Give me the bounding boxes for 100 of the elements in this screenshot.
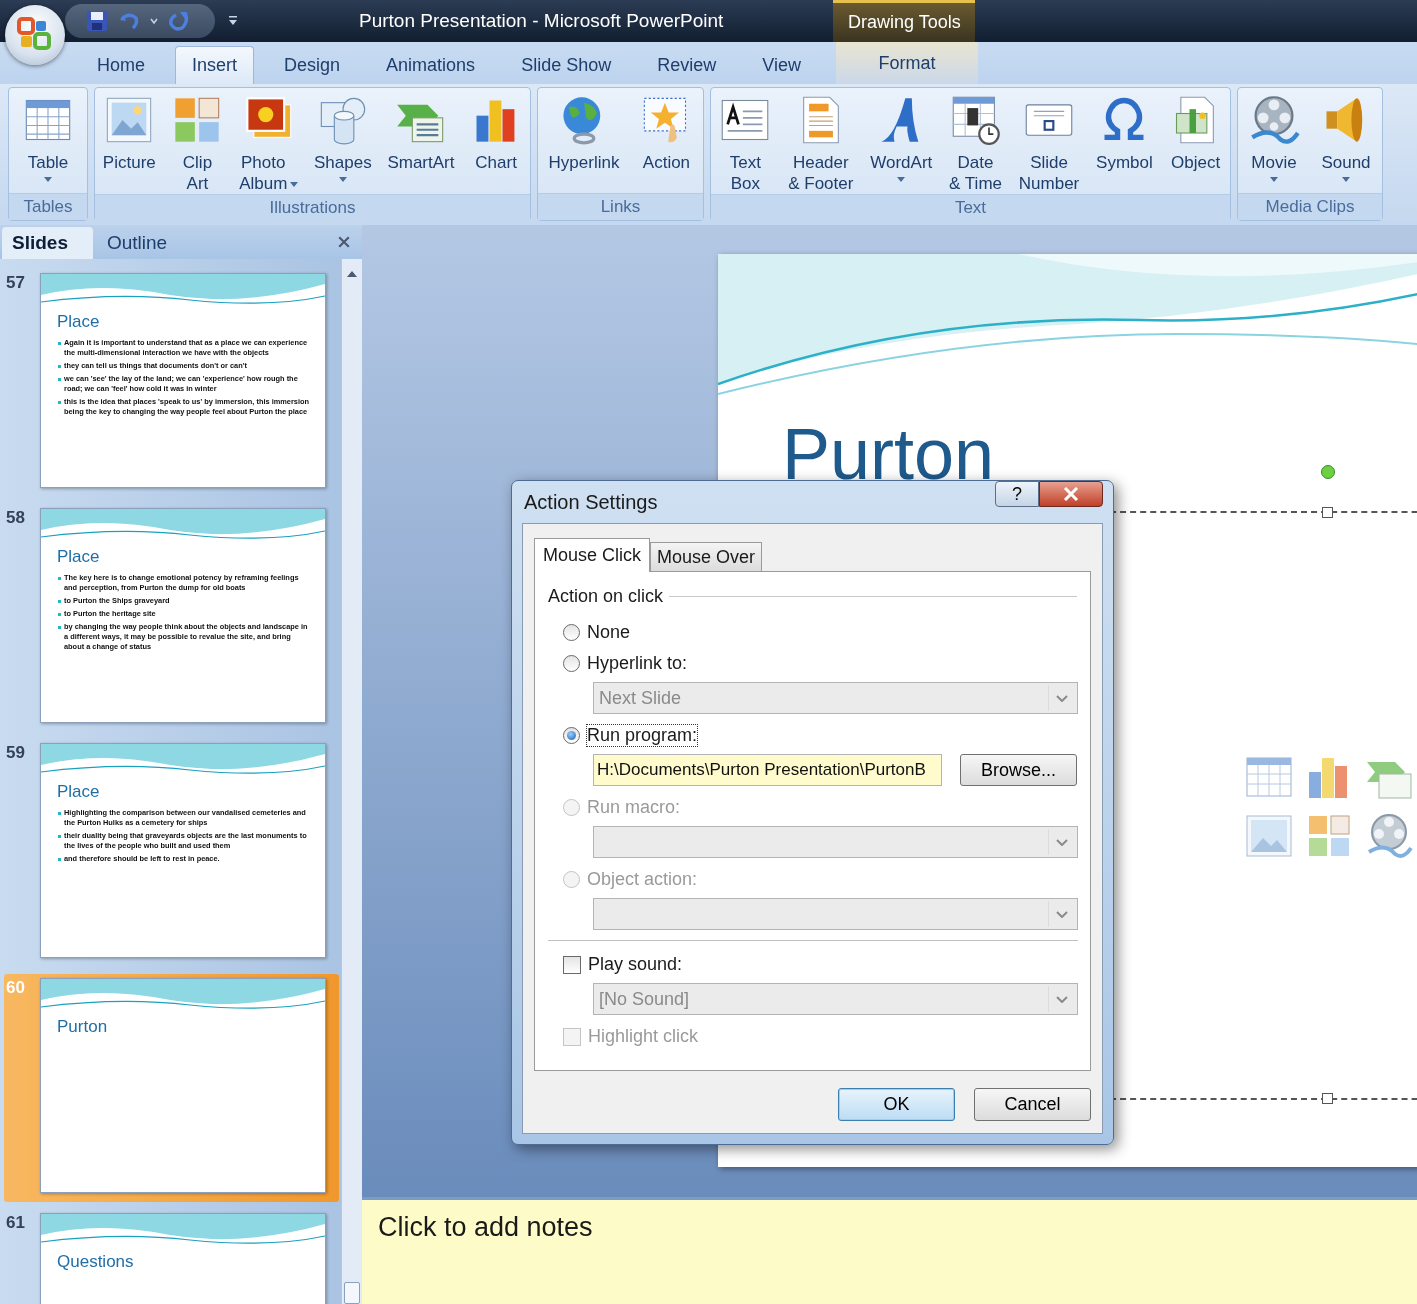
ribbon-tab[interactable]: Design [261,46,364,84]
option-label: Hyperlink to: [587,653,688,674]
pane-tab[interactable]: Slides [2,227,93,259]
option-label: None [587,622,631,643]
help-button[interactable]: ? [995,481,1039,507]
ribbon-button[interactable]: Slide Number [1016,94,1082,194]
ribbon-tab[interactable]: Insert [175,46,255,84]
resize-handle[interactable] [1322,1093,1333,1104]
ribbon-button[interactable]: Clip Art [169,94,226,194]
notes-pane[interactable]: Click to add notes [362,1197,1417,1304]
slide-title: Place [57,312,101,332]
caret-icon[interactable] [149,16,159,26]
slide-thumbnail-row[interactable]: 60 Purton [4,974,340,1202]
ribbon-button[interactable]: Action [638,94,695,193]
rotation-handle[interactable] [1321,465,1335,479]
caret-icon [1056,838,1068,846]
browse-button[interactable]: Browse... [960,754,1077,786]
radio-button[interactable] [563,655,580,672]
group-label: Action on click [548,586,664,607]
ribbon-button[interactable]: WordArt [868,94,935,194]
slide-number: 59 [5,743,26,764]
ribbon-button[interactable]: Movie [1246,94,1302,193]
option-label: Object action: [587,869,698,890]
ribbon-tab[interactable]: Review [634,46,740,84]
bullet-icon [58,857,61,861]
option-label: Play sound: [588,954,683,975]
option-label: Highlight click [588,1026,699,1047]
slide-title: Questions [57,1252,135,1272]
slide-thumbnail[interactable]: Purton [40,978,326,1193]
bullet-icon [58,577,61,580]
bullet-icon [58,612,61,616]
scroll-up-icon[interactable] [347,271,358,277]
ribbon-tab[interactable]: Slide Show [498,46,635,84]
bullet-icon [58,364,61,368]
bullet-icon [58,625,61,629]
slide-thumbnail[interactable] [40,743,326,958]
bullet-icon [58,599,61,603]
group-label: Links [538,193,703,220]
slide-thumbnail[interactable] [40,508,326,723]
ribbon-tab[interactable]: View [739,46,824,84]
ribbon-tab[interactable]: Format [835,42,978,84]
slide-title: Purton [782,414,995,494]
option-label: Run macro: [587,797,681,818]
slide-thumbnail[interactable]: Questions [40,1213,326,1304]
ribbon-tab[interactable]: Home [74,46,168,84]
dialog-button[interactable]: Cancel [974,1088,1091,1121]
ribbon-button[interactable]: Symbol [1094,94,1155,194]
bullet-icon [58,812,61,815]
close-button[interactable] [1039,481,1103,507]
save-icon[interactable] [85,9,109,33]
dialog-tab[interactable]: Mouse Over [650,542,763,571]
ribbon-button[interactable]: Text Box [717,94,774,194]
slide-thumbnail[interactable] [40,273,326,488]
caret-icon [1056,910,1068,918]
scrollbar[interactable] [341,259,362,1304]
close-icon[interactable] [338,236,350,248]
dialog-tab[interactable]: Mouse Click [534,538,651,572]
slide-number: 58 [5,508,26,529]
bullet-icon [58,400,61,404]
group-label: Text [711,194,1230,221]
ribbon-button[interactable]: Table [20,94,76,193]
redo-icon[interactable] [167,9,191,33]
window-title: Purton Presentation - Microsoft PowerPoint [359,10,724,32]
contextual-tab-label: Drawing Tools [833,0,976,42]
ribbon-button[interactable]: Header & Footer [786,94,856,194]
caret-icon [1056,694,1068,702]
checkbox[interactable] [563,955,581,974]
bullet-icon [58,834,61,838]
ribbon-button[interactable]: Sound [1318,94,1374,193]
group-label: Tables [9,193,87,220]
slide-title: Purton [57,1017,109,1037]
notes-placeholder: Click to add notes [378,1212,593,1242]
radio-button[interactable] [563,727,580,744]
resize-handle[interactable] [1322,507,1333,518]
program-path-field[interactable]: H:\Documents\Purton Presentation\PurtonB [593,754,942,786]
ribbon-button[interactable]: Object [1167,94,1224,194]
slide-thumbnail-row[interactable]: 61 Questions [4,1209,340,1304]
caret-icon [1056,995,1068,1003]
slide-title: Place [57,547,101,567]
pane-tab[interactable]: Outline [93,227,182,259]
radio-button[interactable] [563,624,580,641]
ribbon-button[interactable]: Date & Time [947,94,1004,194]
film-reel-icon [1248,94,1300,146]
slide-number: 57 [5,273,26,294]
slide-number: 60 [5,978,26,999]
group-label: Media Clips [1238,193,1382,220]
ribbon-button[interactable]: Chart [468,94,525,194]
ribbon-button[interactable]: SmartArt [385,94,457,194]
option-label: Run program: [587,725,698,746]
bullet-icon [58,342,61,345]
ribbon-button[interactable]: Hyperlink [546,94,622,193]
bullet-icon [58,377,61,381]
close-icon [1063,487,1079,501]
ribbon-tab[interactable]: Animations [363,46,499,84]
ribbon-button[interactable]: Photo Album [237,94,301,194]
ribbon-button[interactable]: Shapes [312,94,374,194]
scroll-thumb[interactable] [344,1282,360,1304]
dialog-title: Action Settings [524,490,658,514]
ribbon-button[interactable]: Picture [100,94,158,194]
dialog-button[interactable]: OK [838,1088,955,1121]
